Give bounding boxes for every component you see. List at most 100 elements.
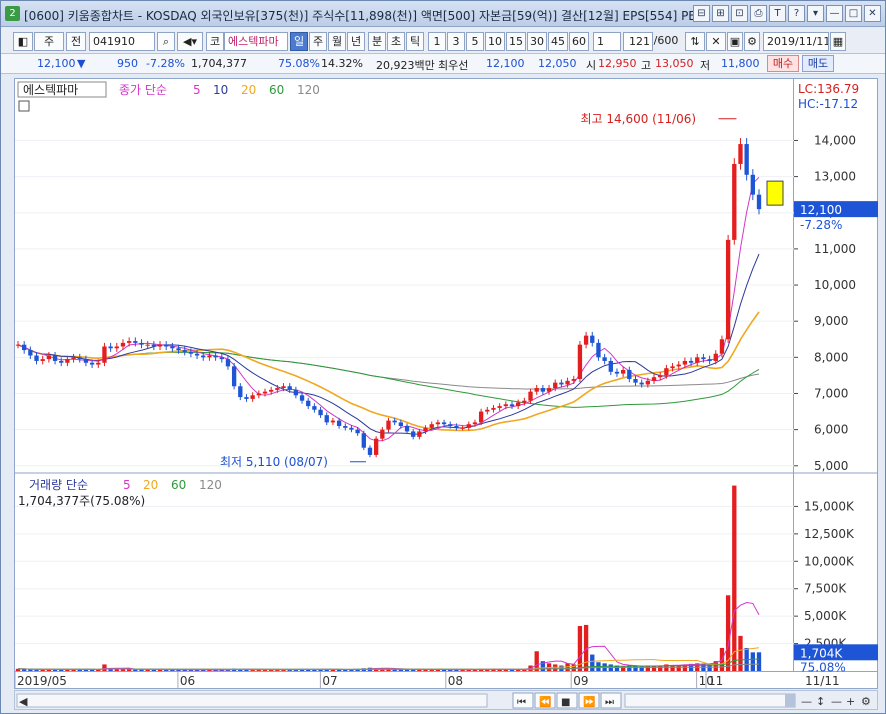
period-month[interactable]: 월 [328,32,346,51]
print-icon[interactable]: ⎙ [750,5,767,22]
period-week[interactable]: 주 [309,32,327,51]
candle-body [336,420,342,427]
screen-number-badge: 2 [5,6,20,21]
chart-plot-area[interactable]: 최고 14,600 (11/06) 최저 5,110 (08/07) 에스텍파마 종가… [14,78,795,673]
market-select[interactable]: 주 [34,32,64,51]
x-tick-label: 07 [322,674,337,688]
save-icon[interactable]: ▣ [727,32,743,51]
zoom-thumb [785,694,795,707]
period-second[interactable]: 초 [387,32,405,51]
candle-body [176,348,181,351]
candle-body [182,350,187,352]
unit-input[interactable]: 1 [593,32,621,51]
candle-body [256,393,261,396]
date-input[interactable]: 2019/11/11 [763,32,829,51]
period-day[interactable]: 일 [290,32,308,51]
candle-body [658,375,663,378]
interval-1[interactable]: 1 [428,32,446,51]
scroll-left-icon: ◀ [19,695,28,708]
menu-dropdown-icon[interactable]: ▾ [807,5,824,22]
candle-body [392,420,397,423]
volume-tick-label: 12,500K [804,527,855,541]
prev-button[interactable]: 전 [66,32,86,51]
period-minute[interactable]: 분 [368,32,386,51]
high-annotation: 최고 14,600 (11/06) [580,112,696,126]
calendar-icon[interactable]: ▦ [830,32,846,51]
candle-body [89,362,95,365]
interval-45[interactable]: 45 [548,32,568,51]
volume-bar [750,652,755,671]
period-tick[interactable]: 틱 [406,32,424,51]
scroll-bar-svg: ◀ ⏮ ⏪ ■ ⏩ ⏭ — ↕ — + ⚙ [16,692,871,709]
stock-code-input[interactable]: 041910 [89,32,155,51]
candle-body [330,420,336,423]
interval-60[interactable]: 60 [569,32,589,51]
link-icon[interactable]: ⊟ [693,5,710,22]
stock-name-field[interactable]: 에스텍파마 [224,32,288,51]
scroll-bar: ◀ ⏮ ⏪ ■ ⏩ ⏭ — ↕ — + ⚙ [14,690,878,710]
candle-body [151,344,157,347]
sell-button[interactable]: 매도 [802,55,834,72]
candle-body [664,368,669,376]
price-legend-ma10: 10 [213,83,228,97]
title-buttons: ⊟ ⊞ ⊡ ⎙ T ? ▾ — □ ✕ [693,5,881,22]
layout-icon[interactable]: ⊞ [712,5,729,22]
candle-body [231,366,237,387]
candle-body [71,357,76,360]
copy-icon[interactable]: ⊡ [731,5,748,22]
settings-icon[interactable]: ⚙ [744,32,760,51]
interval-30[interactable]: 30 [527,32,547,51]
interval-3[interactable]: 3 [447,32,465,51]
sound-icon[interactable]: ◀▾ [177,32,203,51]
candle-body [108,346,113,349]
candle-body [170,346,175,349]
zoom-icon[interactable]: ✕ [706,32,726,51]
interval-5[interactable]: 5 [466,32,484,51]
volume-value: 1,704,377 [191,57,247,70]
font-icon[interactable]: T [769,5,786,22]
candle-body [682,360,688,365]
candle-body [145,344,150,346]
title-bar: 2 [0600] 키움종합차트 - KOSDAQ 외국인보유[375(천)] 주… [1,1,885,27]
chart-menu-icon[interactable]: ◧ [13,32,33,51]
candle-body [701,357,706,360]
interval-10[interactable]: 10 [485,32,505,51]
quote-bar: 12,100 ▼ 950 -7.28% 1,704,377 75.08% 14.… [1,54,885,74]
candle-body [602,357,607,361]
indicator-icon[interactable]: ⇅ [685,32,705,51]
buy-button[interactable]: 매수 [767,55,799,72]
candle-body [423,427,428,432]
candle-body [472,422,478,425]
period-year[interactable]: 년 [347,32,365,51]
count-max-label: /600 [653,34,679,47]
candle-body [676,364,681,367]
candle-body [756,194,762,210]
candle-body [349,427,354,430]
price-volume-chart[interactable]: 최고 14,600 (11/06) 최저 5,110 (08/07) 에스텍파마 종가… [15,79,795,673]
candle-body [96,362,101,365]
playback-icon: ⏮ [517,697,526,708]
minimize-button[interactable]: — [826,5,843,22]
price-legend-prefix: 종가 단순 [119,83,167,97]
interval-15[interactable]: 15 [506,32,526,51]
help-icon[interactable]: ? [788,5,805,22]
stock-name-label: 에스텍파마 [23,83,78,97]
candle-body [244,397,249,399]
volume-current-label: 1,704,377주(75.08%) [18,494,145,508]
volume-bar [732,485,737,671]
maximize-button[interactable]: □ [845,5,862,22]
candle-body [343,426,348,428]
search-icon[interactable]: ⌕ [157,32,175,51]
bottom-tool-icon: — [801,695,812,708]
candle-body [77,357,82,360]
market-mode-button[interactable]: 코 [206,32,224,51]
price-change: 950 [117,57,138,70]
candle-body [750,174,755,195]
x-tick-label: 09 [573,674,588,688]
price-ma5-line [17,176,760,442]
candle-body [633,379,638,383]
close-button[interactable]: ✕ [864,5,881,22]
x-tick-label: 11 [708,674,723,688]
count-input[interactable]: 121 [623,32,653,51]
x-tick-label: 08 [448,674,463,688]
